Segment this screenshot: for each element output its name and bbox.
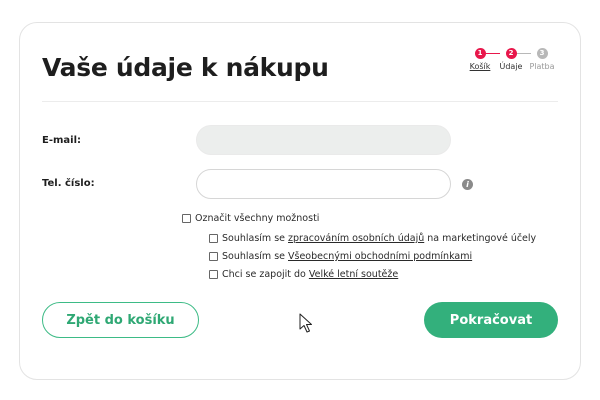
step-label[interactable]: Košík	[463, 62, 497, 71]
consent-marketing-option[interactable]: Souhlasím se zpracováním osobních údajů …	[209, 233, 536, 244]
phone-label: Tel. číslo:	[42, 178, 95, 189]
step-payment: 3 Platba	[525, 48, 559, 71]
step-number: 1	[474, 48, 486, 59]
select-all-label: Označit všechny možnosti	[195, 213, 320, 224]
back-to-cart-button[interactable]: Zpět do košíku	[42, 302, 199, 338]
phone-field[interactable]	[196, 169, 451, 199]
consent-text: Souhlasím se	[222, 251, 286, 262]
select-all-option[interactable]: Označit všechny možnosti	[182, 213, 319, 224]
checkout-card: Vaše údaje k nákupu 1 Košík 2 Údaje 3 Pl…	[19, 22, 581, 380]
consent-contest-option[interactable]: Chci se zapojit do Velké letní soutěže	[209, 269, 401, 280]
terms-link[interactable]: Všeobecnými obchodními podmínkami	[288, 251, 472, 262]
step-details: 2 Údaje	[494, 48, 528, 71]
consent-marketing-checkbox[interactable]	[209, 234, 218, 243]
consent-text: Souhlasím se	[222, 233, 286, 244]
consent-text: Chci se zapojit do	[222, 269, 306, 280]
consent-terms-option[interactable]: Souhlasím se Všeobecnými obchodními podm…	[209, 251, 475, 262]
consent-text: na marketingové účely	[427, 233, 537, 244]
step-number: 2	[505, 48, 517, 59]
page-title: Vaše údaje k nákupu	[42, 53, 329, 82]
step-number: 3	[536, 48, 548, 59]
email-field[interactable]	[196, 125, 451, 155]
checkout-stepper: 1 Košík 2 Údaje 3 Platba	[468, 48, 560, 78]
select-all-checkbox[interactable]	[182, 214, 191, 223]
continue-button[interactable]: Pokračovat	[424, 302, 558, 338]
step-cart[interactable]: 1 Košík	[463, 48, 497, 71]
personal-data-link[interactable]: zpracováním osobních údajů	[288, 233, 424, 244]
mouse-cursor-icon	[299, 313, 312, 333]
email-label: E-mail:	[42, 135, 82, 146]
consent-terms-checkbox[interactable]	[209, 252, 218, 261]
info-icon[interactable]: i	[462, 179, 473, 190]
header-divider	[42, 101, 558, 102]
step-label: Platba	[529, 62, 555, 71]
step-label: Údaje	[499, 62, 523, 71]
contest-link[interactable]: Velké letní soutěže	[309, 269, 398, 280]
consent-contest-checkbox[interactable]	[209, 270, 218, 279]
